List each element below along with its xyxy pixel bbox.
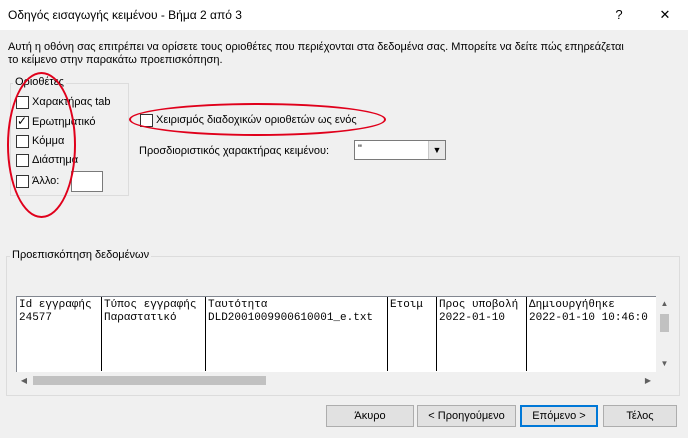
preview-cell: 2022-01-10 10:46:0 <box>529 312 648 324</box>
preview-header: Id εγγραφής <box>19 299 92 311</box>
preview-header: Ταυτότητα <box>208 299 268 311</box>
back-button[interactable]: < Προηγούμενο <box>417 405 516 427</box>
instructions-line-1: Αυτή η οθόνη σας επιτρέπει να ορίσετε το… <box>8 41 624 53</box>
preview-column: Προς υποβολή 2022-01-10 <box>437 297 527 371</box>
preview-cell: Παραστατικό <box>104 312 177 324</box>
scroll-right-icon[interactable]: ▶ <box>640 372 656 389</box>
preview-horizontal-scrollbar[interactable]: ◀ ▶ <box>16 372 656 389</box>
scroll-left-icon[interactable]: ◀ <box>16 372 32 389</box>
chevron-down-icon[interactable]: ▼ <box>428 141 445 159</box>
data-preview-grid[interactable]: Id εγγραφής 24577 Τύπος εγγραφής Παραστα… <box>16 296 658 374</box>
scroll-up-icon[interactable]: ▲ <box>656 296 673 312</box>
preview-cell: 2022-01-10 <box>439 312 506 324</box>
preview-column: Τύπος εγγραφής Παραστατικό <box>102 297 206 371</box>
instructions-text: Αυτή η οθόνη σας επιτρέπει να ορίσετε το… <box>8 41 680 67</box>
instructions-line-2: το κείμενο στην παρακάτω προεπισκόπηση. <box>8 54 223 66</box>
close-button[interactable]: ✕ <box>642 0 688 30</box>
next-button[interactable]: Επόμενο > <box>520 405 598 427</box>
preview-legend: Προεπισκόπηση δεδομένων <box>10 249 152 261</box>
preview-vertical-scrollbar[interactable]: ▲ ▼ <box>656 296 673 372</box>
preview-header: Δημιουργήθηκε <box>529 299 615 311</box>
text-qualifier-select[interactable]: " ▼ <box>354 140 446 160</box>
annotation-ellipse-consecutive <box>129 103 386 136</box>
annotation-ellipse-delimiters <box>7 72 76 218</box>
preview-cell: DLD2001009900610001_e.txt <box>208 312 374 324</box>
preview-column: Id εγγραφής 24577 <box>17 297 102 371</box>
preview-cell: 24577 <box>19 312 53 324</box>
window-title: Οδηγός εισαγωγής κειμένου - Βήμα 2 από 3 <box>8 8 242 22</box>
scroll-thumb[interactable] <box>660 314 669 332</box>
text-qualifier-value: " <box>358 143 362 155</box>
scroll-thumb[interactable] <box>33 376 266 385</box>
finish-button[interactable]: Τέλος <box>603 405 677 427</box>
text-qualifier-label: Προσδιοριστικός χαρακτήρας κειμένου: <box>139 145 330 157</box>
scroll-corner <box>656 372 673 389</box>
preview-column: Δημιουργήθηκε 2022-01-10 10:46:0 <box>527 297 657 371</box>
preview-column: Ταυτότητα DLD2001009900610001_e.txt <box>206 297 388 371</box>
scroll-down-icon[interactable]: ▼ <box>656 356 673 372</box>
preview-header: Τύπος εγγραφής <box>104 299 197 311</box>
preview-header: Προς υποβολή <box>439 299 519 311</box>
title-bar: Οδηγός εισαγωγής κειμένου - Βήμα 2 από 3… <box>0 0 688 30</box>
preview-header: Ετοιμ <box>390 299 424 311</box>
help-button[interactable]: ? <box>596 0 642 30</box>
preview-column: Ετοιμ <box>388 297 437 371</box>
cancel-button[interactable]: Άκυρο <box>326 405 414 427</box>
other-delimiter-input[interactable] <box>71 171 103 192</box>
